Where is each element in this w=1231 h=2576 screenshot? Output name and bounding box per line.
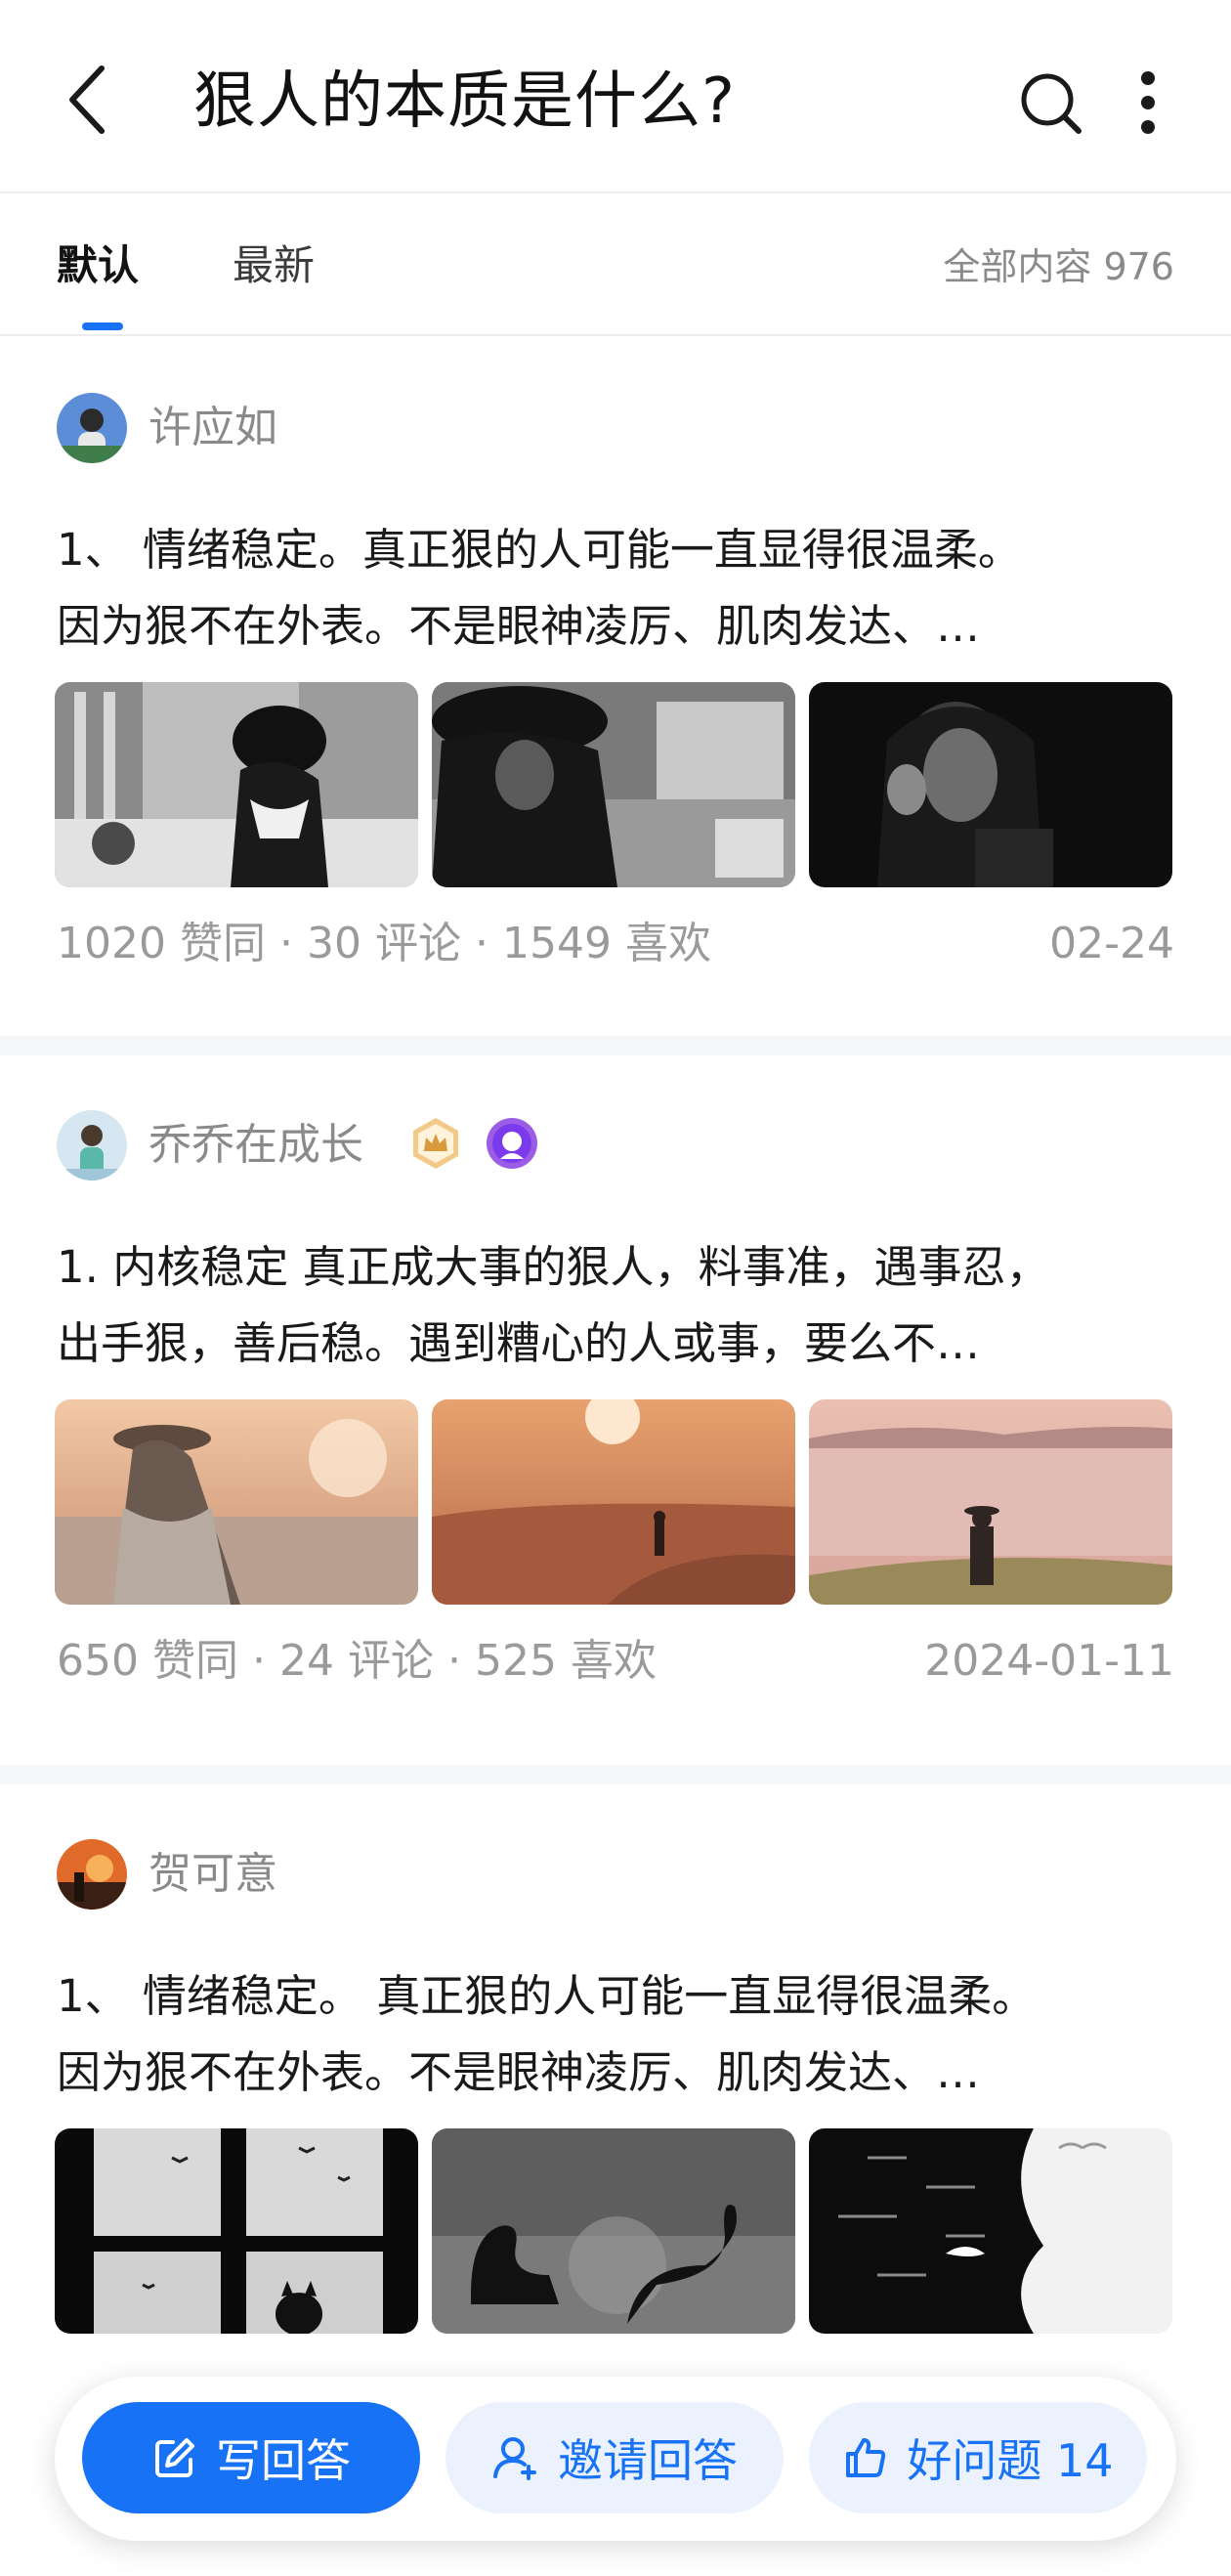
- author-name[interactable]: 乔乔在成长: [149, 1116, 363, 1175]
- invite-answer-label: 邀请回答: [558, 2434, 738, 2487]
- sort-tabs: 默认 最新 全部内容 976: [0, 195, 1231, 336]
- answer-image[interactable]: [55, 2128, 418, 2334]
- answer-excerpt[interactable]: 1、 情绪稳定。 真正狠的人可能一直显得很温柔。 因为狠不在外表。不是眼神凌厉、…: [57, 1958, 1180, 2111]
- thumbs-up-icon: [846, 2438, 886, 2477]
- answer-image[interactable]: [55, 1399, 418, 1605]
- avatar[interactable]: [57, 393, 127, 463]
- good-question-button[interactable]: 好问题 14: [809, 2402, 1147, 2513]
- agree-count: 1020: [57, 919, 166, 968]
- write-answer-button[interactable]: 写回答: [82, 2402, 420, 2513]
- answer-excerpt[interactable]: 1、 情绪稳定。真正狠的人可能一直显得很温柔。 因为狠不在外表。不是眼神凌厉、肌…: [57, 512, 1180, 665]
- image-strip: [55, 2128, 1176, 2334]
- author-name[interactable]: 许应如: [149, 399, 277, 457]
- answer-image[interactable]: [809, 2128, 1172, 2334]
- comment-count: 24: [278, 1636, 334, 1686]
- answer-image[interactable]: [809, 1399, 1172, 1605]
- agree-count: 650: [57, 1636, 139, 1686]
- agree-label: 赞同: [151, 1636, 238, 1686]
- excerpt-line: 出手狠，善后稳。遇到糟心的人或事，要么不…: [57, 1317, 981, 1369]
- like-count: 1549: [501, 919, 612, 968]
- card-divider: [0, 1765, 1231, 1784]
- answer-stats: 650 赞同 · 24 评论 · 525 喜欢: [57, 1636, 657, 1686]
- like-label: 喜欢: [570, 1636, 657, 1686]
- avatar[interactable]: [57, 1839, 127, 1910]
- top-bar: 狠人的本质是什么?: [0, 0, 1231, 193]
- invite-answer-button[interactable]: 邀请回答: [446, 2402, 784, 2513]
- more-vertical-icon[interactable]: [1124, 68, 1172, 137]
- answer-card[interactable]: 乔乔在成长 1. 内核稳定 真正成大事的狠人，料事准，遇事忍， 出手狠，善后稳。…: [0, 1055, 1231, 1765]
- author-name[interactable]: 贺可意: [149, 1845, 277, 1904]
- agree-label: 赞同: [179, 919, 266, 968]
- answer-card[interactable]: 许应如 1、 情绪稳定。真正狠的人可能一直显得很温柔。 因为狠不在外表。不是眼神…: [0, 338, 1231, 1036]
- like-count: 525: [474, 1636, 557, 1686]
- page-title: 狠人的本质是什么?: [193, 65, 736, 138]
- active-tab-indicator: [82, 322, 123, 330]
- excerpt-line: 1、 情绪稳定。真正狠的人可能一直显得很温柔。: [57, 524, 1022, 576]
- answer-stats: 1020 赞同 · 30 评论 · 1549 喜欢: [57, 919, 711, 968]
- search-icon[interactable]: [1016, 68, 1084, 137]
- answer-date: 2024-01-11: [924, 1636, 1174, 1686]
- image-strip: [55, 1399, 1176, 1605]
- excerpt-line: 1. 内核稳定 真正成大事的狠人，料事准，遇事忍，: [57, 1241, 1050, 1293]
- comment-count: 30: [306, 919, 361, 968]
- like-label: 喜欢: [624, 919, 711, 968]
- comment-label: 评论: [347, 1636, 434, 1686]
- chevron-left-icon[interactable]: [61, 61, 119, 139]
- write-answer-label: 写回答: [216, 2434, 351, 2487]
- excerpt-line: 因为狠不在外表。不是眼神凌厉、肌肉发达、…: [57, 600, 981, 652]
- answer-image[interactable]: [55, 682, 418, 887]
- tab-default[interactable]: 默认: [57, 238, 139, 293]
- excerpt-line: 因为狠不在外表。不是眼神凌厉、肌肉发达、…: [57, 2046, 981, 2098]
- crown-badge-icon: [413, 1118, 458, 1169]
- answer-excerpt[interactable]: 1. 内核稳定 真正成大事的狠人，料事准，遇事忍， 出手狠，善后稳。遇到糟心的人…: [57, 1229, 1180, 1382]
- edit-icon: [155, 2438, 194, 2477]
- answer-image[interactable]: [432, 682, 795, 887]
- image-strip: [55, 682, 1176, 887]
- good-question-label: 好问题 14: [907, 2434, 1114, 2487]
- excerpt-line: 1、 情绪稳定。 真正狠的人可能一直显得很温柔。: [57, 1970, 1037, 2022]
- answer-image[interactable]: [432, 2128, 795, 2334]
- add-user-icon: [493, 2437, 536, 2480]
- total-content-count: 全部内容 976: [943, 245, 1174, 288]
- bottom-action-bar: 写回答 邀请回答 好问题 14: [55, 2377, 1176, 2541]
- card-divider: [0, 1036, 1231, 1055]
- tab-latest[interactable]: 最新: [233, 238, 315, 293]
- answer-image[interactable]: [432, 1399, 795, 1605]
- answer-image[interactable]: [809, 682, 1172, 887]
- avatar[interactable]: [57, 1110, 127, 1181]
- comment-label: 评论: [374, 919, 461, 968]
- purple-avatar-badge-icon: [487, 1118, 537, 1169]
- answer-date: 02-24: [1049, 919, 1174, 968]
